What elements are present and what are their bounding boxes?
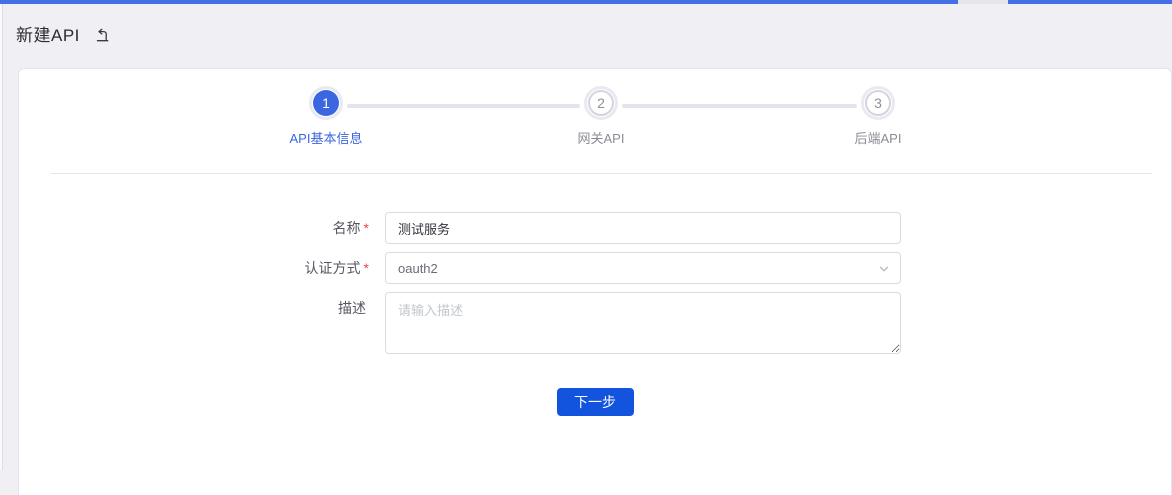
stepper: 1 API基本信息 2 网关API 3 后端API xyxy=(19,86,1171,164)
step-2-circle[interactable]: 2 xyxy=(584,86,618,120)
auth-type-label-text: 认证方式 xyxy=(305,260,361,276)
required-marker: * xyxy=(364,260,369,276)
content-card: 1 API基本信息 2 网关API 3 后端API 名称* 认证方式* xyxy=(18,68,1172,495)
description-label: 描述 xyxy=(19,292,385,359)
step-3-number: 3 xyxy=(865,90,891,116)
name-label: 名称* xyxy=(19,212,385,244)
next-step-button[interactable]: 下一步 xyxy=(557,388,634,416)
auth-type-select[interactable]: oauth2 xyxy=(385,252,901,284)
stepper-divider xyxy=(51,173,1152,174)
auth-type-selected-value: oauth2 xyxy=(398,261,438,276)
description-label-text: 描述 xyxy=(338,300,366,316)
required-marker: * xyxy=(364,220,369,236)
step-2: 2 网关API xyxy=(531,86,671,147)
step-1-label: API基本信息 xyxy=(290,131,363,147)
chevron-down-icon xyxy=(878,263,890,275)
page-header: 新建API xyxy=(0,4,1172,62)
auth-type-label: 认证方式* xyxy=(19,252,385,284)
left-panel-edge xyxy=(0,4,3,470)
page-title: 新建API xyxy=(16,21,80,46)
description-textarea[interactable] xyxy=(385,292,901,354)
step-2-number: 2 xyxy=(588,90,614,116)
step-2-label: 网关API xyxy=(578,131,625,147)
form-actions: 下一步 xyxy=(19,388,1171,416)
form-row-description: 描述 xyxy=(19,292,1171,359)
step-1-number: 1 xyxy=(313,90,339,116)
name-label-text: 名称 xyxy=(333,220,361,236)
form-row-auth-type: 认证方式* oauth2 xyxy=(19,252,1171,284)
step-3-label: 后端API xyxy=(855,131,902,147)
form-row-name: 名称* xyxy=(19,212,1171,244)
step-1-circle[interactable]: 1 xyxy=(309,86,343,120)
step-1: 1 API基本信息 xyxy=(256,86,396,147)
step-3: 3 后端API xyxy=(808,86,948,147)
api-basic-info-form: 名称* 认证方式* oauth2 描述 xyxy=(19,212,1171,416)
back-arrow-icon[interactable] xyxy=(95,28,110,42)
step-3-circle[interactable]: 3 xyxy=(861,86,895,120)
name-input[interactable] xyxy=(385,212,901,244)
